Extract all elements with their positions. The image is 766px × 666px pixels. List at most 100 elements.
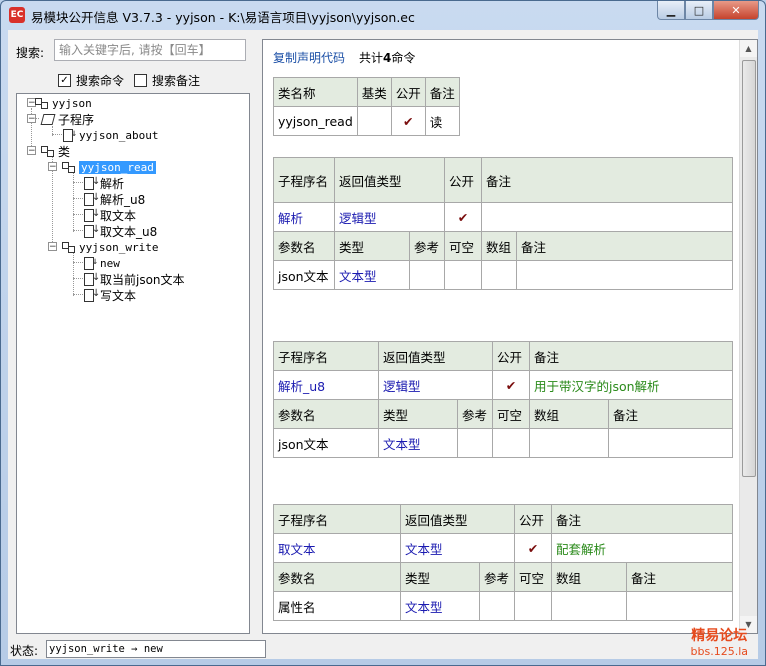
tree-node-method[interactable]: 解析_u8 (83, 191, 145, 207)
tree-node-label: 取文本_u8 (100, 224, 158, 239)
class-icon (41, 145, 55, 157)
method-icon (62, 128, 77, 142)
tree-node-method[interactable]: 取文本_u8 (83, 223, 157, 239)
col-public: 公开 (492, 341, 530, 371)
col-param-name: 参数名 (273, 399, 379, 429)
tree-node-method[interactable]: 写文本 (83, 287, 136, 303)
tree-node-about[interactable]: yyjson_about (62, 127, 158, 143)
window-controls: ▁ □ ✕ (657, 1, 759, 21)
return-type[interactable]: 逻辑型 (334, 202, 445, 232)
col-param-type: 类型 (400, 562, 480, 592)
tree-line (73, 230, 83, 231)
search-label: 搜索: (16, 46, 45, 60)
maximize-button[interactable]: □ (685, 1, 713, 20)
tree-node-method[interactable]: 取当前json文本 (83, 271, 185, 287)
doc-panel[interactable]: 复制声明代码 共计4命令 类名称 基类 公开 备注 yyjson_read ✔ … (262, 39, 758, 634)
col-param-note: 备注 (626, 562, 733, 592)
search-notes-option[interactable]: 搜索备注 (134, 72, 200, 89)
col-param-nullable: 可空 (514, 562, 552, 592)
col-note: 备注 (481, 157, 733, 203)
public-tick-icon: ✔ (390, 106, 426, 136)
col-param-array: 数组 (529, 399, 609, 429)
tree-node-label: yyjson_about (79, 128, 159, 142)
tree-collapse-toggle[interactable]: − (27, 114, 36, 124)
app-icon: EC (9, 7, 25, 23)
tree-node-method[interactable]: 解析 (83, 175, 124, 191)
count-suffix: 命令 (391, 51, 416, 65)
status-field: yyjson_write → new (46, 640, 266, 658)
col-param-type: 类型 (378, 399, 458, 429)
tree-node-label: 取文本 (100, 208, 137, 223)
param-nullable-cell (444, 260, 482, 290)
search-commands-checkbox[interactable]: ✓ (58, 74, 71, 87)
tree-line (73, 262, 83, 263)
minimize-button[interactable]: ▁ (657, 1, 685, 20)
tree-node-root[interactable]: yyjson (35, 95, 92, 111)
tree-line (73, 182, 83, 183)
tree-node-label: yyjson_write (79, 240, 159, 254)
search-notes-label: 搜索备注 (152, 74, 201, 88)
class-module-icon (35, 97, 49, 109)
tree-node-class-yyjson-read[interactable]: yyjson_read (62, 159, 156, 175)
title-bar[interactable]: EC 易模块公开信息 V3.7.3 - yyjson - K:\易语言项目\yy… (1, 1, 765, 29)
return-type[interactable]: 文本型 (400, 533, 515, 563)
tree-node-classes[interactable]: 类 (41, 143, 70, 159)
param-type[interactable]: 文本型 (334, 260, 410, 290)
col-param-array: 数组 (551, 562, 627, 592)
watermark-url: bbs.125.la (690, 645, 748, 658)
tree-node-method[interactable]: new (83, 255, 120, 271)
search-commands-option[interactable]: ✓ 搜索命令 (58, 72, 124, 89)
tree-node-label: 类 (58, 144, 71, 159)
param-note-cell (516, 260, 733, 290)
tree-collapse-toggle[interactable]: − (27, 146, 36, 156)
method-note: 配套解析 (551, 533, 733, 563)
copy-declaration-link[interactable]: 复制声明代码 (273, 49, 345, 66)
col-subprogram-name: 子程序名 (273, 157, 335, 203)
param-type[interactable]: 文本型 (378, 428, 458, 458)
method-name[interactable]: 解析_u8 (273, 370, 379, 400)
col-return-type: 返回值类型 (334, 157, 445, 203)
col-note: 备注 (551, 504, 733, 534)
tree-node-label: yyjson (52, 96, 92, 110)
param-type[interactable]: 文本型 (400, 591, 480, 621)
method-icon (83, 176, 100, 190)
method-name[interactable]: 解析 (273, 202, 335, 232)
tree-node-class-yyjson-write[interactable]: yyjson_write (62, 239, 158, 255)
tree-line (73, 294, 83, 295)
class-col-base: 基类 (356, 77, 392, 107)
class-icon (62, 241, 76, 253)
param-name: 属性名 (273, 591, 401, 621)
param-note-cell (626, 591, 733, 621)
vertical-scrollbar[interactable]: ▲ ▼ (739, 40, 757, 633)
count-prefix: 共计 (359, 51, 384, 65)
method-icon (83, 192, 100, 206)
param-nullable-cell (492, 428, 530, 458)
tree-node-subprograms[interactable]: 子程序 (41, 111, 94, 127)
return-type[interactable]: 逻辑型 (378, 370, 493, 400)
tree-node-method[interactable]: 取文本 (83, 207, 136, 223)
method-name[interactable]: 取文本 (273, 533, 401, 563)
class-icon (62, 161, 76, 173)
window-title: 易模块公开信息 V3.7.3 - yyjson - K:\易语言项目\yyjso… (31, 10, 415, 25)
close-button[interactable]: ✕ (713, 1, 759, 20)
module-tree[interactable]: − yyjson − 子程序 yyjson_about − 类 − (16, 93, 250, 634)
col-subprogram-name: 子程序名 (273, 504, 401, 534)
search-notes-checkbox[interactable] (134, 74, 147, 87)
command-count: 共计4命令 (359, 49, 415, 66)
client-area: 搜索: ✓ 搜索命令 搜索备注 − (8, 30, 758, 659)
scrollbar-thumb[interactable] (742, 60, 756, 477)
col-public: 公开 (514, 504, 552, 534)
tree-collapse-toggle[interactable]: − (48, 162, 57, 172)
tree-line (73, 278, 83, 279)
tree-node-label-selected: yyjson_read (79, 160, 156, 174)
col-param-ref: 参考 (409, 231, 445, 261)
method-note (481, 202, 733, 232)
tree-node-label: 解析 (100, 176, 125, 191)
param-ref-cell (409, 260, 445, 290)
search-input[interactable] (54, 39, 246, 61)
param-name: json文本 (273, 428, 379, 458)
method-icon (83, 288, 100, 302)
tree-collapse-toggle[interactable]: − (48, 242, 57, 252)
tree-line (52, 134, 62, 135)
scroll-up-arrow-icon[interactable]: ▲ (740, 40, 757, 57)
